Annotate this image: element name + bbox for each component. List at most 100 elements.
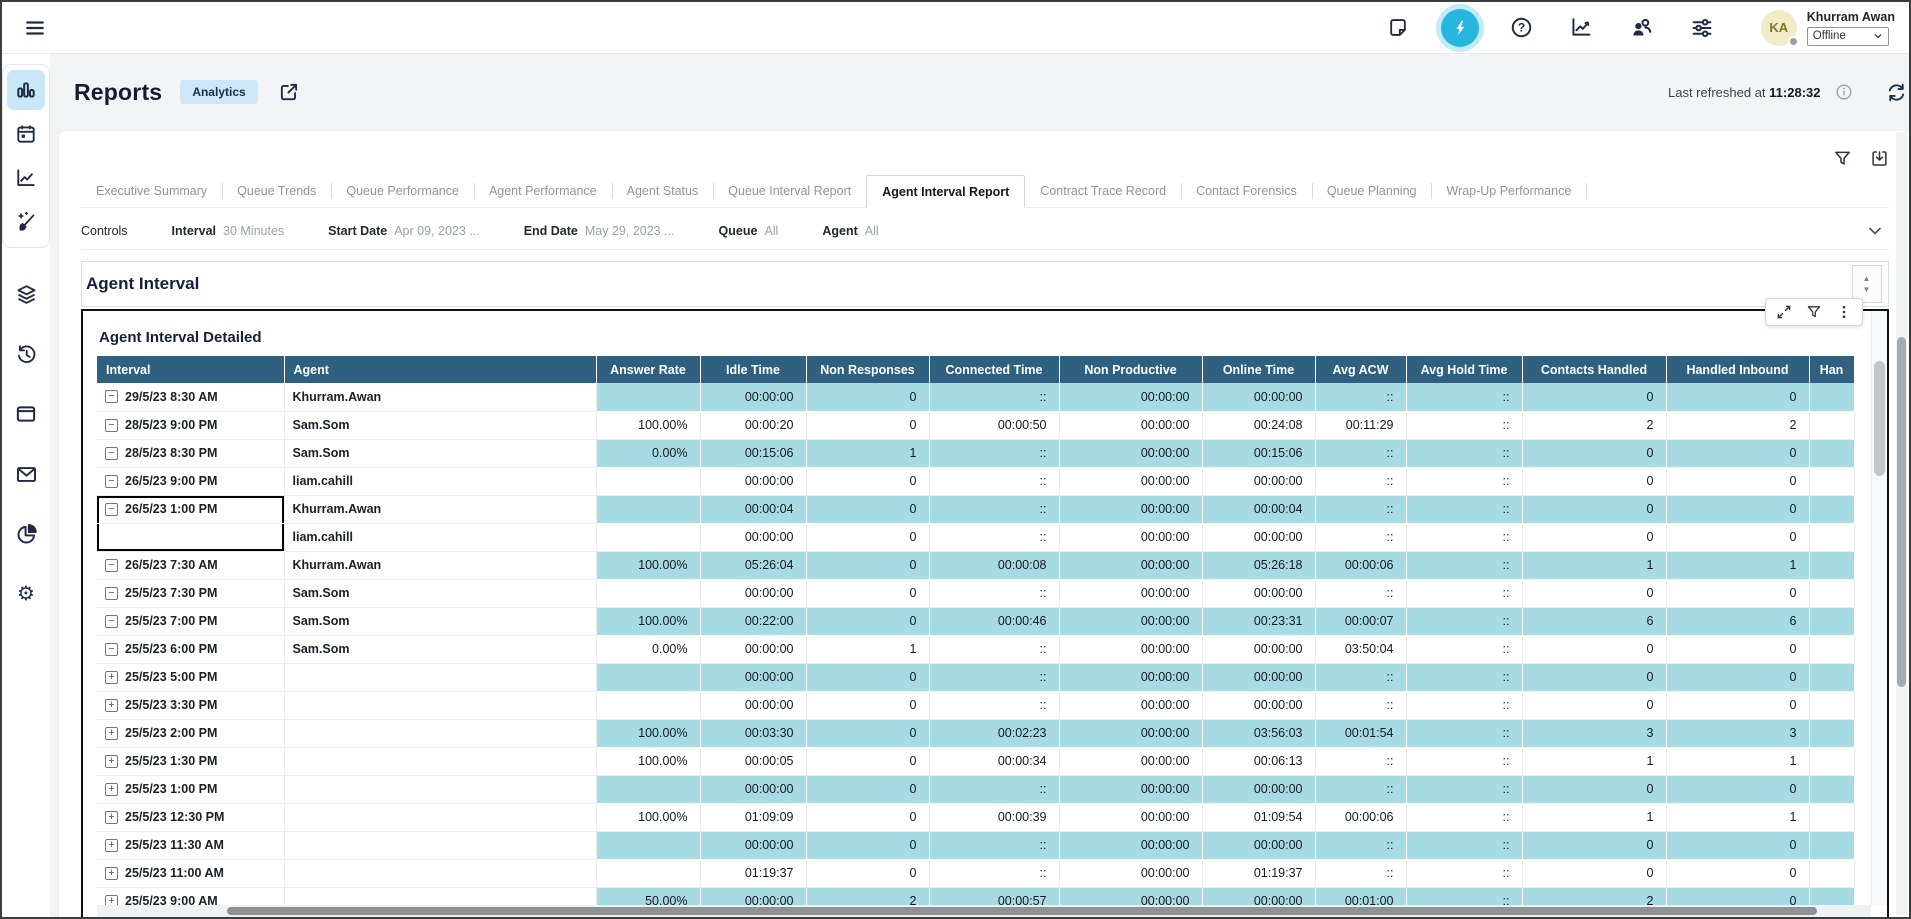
- value-cell[interactable]: 0: [806, 803, 929, 831]
- value-cell[interactable]: 00:00:39: [929, 803, 1059, 831]
- people-icon[interactable]: [1625, 11, 1659, 45]
- control-interval[interactable]: Interval30 Minutes: [172, 224, 285, 238]
- value-cell[interactable]: ::: [1315, 523, 1406, 551]
- expand-toggle-icon[interactable]: +: [105, 867, 118, 880]
- value-cell[interactable]: 0: [806, 607, 929, 635]
- value-cell[interactable]: 00:00:00: [1202, 579, 1315, 607]
- interval-cell[interactable]: +25/5/23 5:00 PM: [97, 663, 284, 691]
- value-cell[interactable]: 1: [806, 635, 929, 663]
- agent-cell[interactable]: [284, 719, 596, 747]
- filter-icon[interactable]: [1806, 304, 1822, 320]
- value-cell[interactable]: 00:00:50: [929, 411, 1059, 439]
- value-cell[interactable]: ::: [1406, 747, 1522, 775]
- sidebar-item-history[interactable]: [7, 334, 45, 374]
- external-link-icon[interactable]: [276, 79, 302, 105]
- value-cell[interactable]: [596, 691, 700, 719]
- column-header-idle-time[interactable]: Idle Time: [700, 356, 806, 383]
- value-cell[interactable]: 00:00:00: [1059, 411, 1202, 439]
- value-cell[interactable]: 1: [1666, 803, 1809, 831]
- agent-cell[interactable]: [284, 831, 596, 859]
- value-cell[interactable]: 0: [806, 691, 929, 719]
- value-cell[interactable]: 1: [1522, 803, 1666, 831]
- agent-cell[interactable]: [284, 663, 596, 691]
- value-cell[interactable]: ::: [1406, 579, 1522, 607]
- control-queue[interactable]: QueueAll: [719, 224, 779, 238]
- value-cell[interactable]: 00:00:00: [1202, 383, 1315, 411]
- interval-cell[interactable]: +25/5/23 1:00 PM: [97, 775, 284, 803]
- value-cell[interactable]: [596, 775, 700, 803]
- agent-cell[interactable]: [284, 747, 596, 775]
- value-cell[interactable]: ::: [1315, 439, 1406, 467]
- tab-agent-performance[interactable]: Agent Performance: [474, 175, 612, 207]
- agent-cell[interactable]: [284, 691, 596, 719]
- value-cell[interactable]: ::: [1406, 859, 1522, 887]
- value-cell[interactable]: 0: [806, 663, 929, 691]
- value-cell[interactable]: 00:00:00: [1059, 383, 1202, 411]
- agent-cell[interactable]: [284, 803, 596, 831]
- line-chart-icon[interactable]: [1565, 11, 1599, 45]
- value-cell[interactable]: 0: [1522, 635, 1666, 663]
- value-cell[interactable]: 100.00%: [596, 411, 700, 439]
- value-cell[interactable]: 00:00:00: [1202, 775, 1315, 803]
- agent-cell[interactable]: Sam.Som: [284, 579, 596, 607]
- agent-cell[interactable]: liam.cahill: [284, 523, 596, 551]
- value-cell[interactable]: 0: [1522, 579, 1666, 607]
- value-cell[interactable]: [596, 467, 700, 495]
- value-cell[interactable]: 03:56:03: [1202, 719, 1315, 747]
- interval-cell[interactable]: +25/5/23 11:00 AM: [97, 859, 284, 887]
- value-cell[interactable]: 0: [806, 523, 929, 551]
- tab-queue-trends[interactable]: Queue Trends: [222, 175, 331, 207]
- value-cell[interactable]: 00:00:06: [1315, 551, 1406, 579]
- value-cell[interactable]: ::: [1406, 635, 1522, 663]
- expand-toggle-icon[interactable]: +: [105, 811, 118, 824]
- column-header-handled-inbound[interactable]: Handled Inbound: [1666, 356, 1809, 383]
- column-header-answer-rate[interactable]: Answer Rate: [596, 356, 700, 383]
- question-icon[interactable]: ?: [1505, 11, 1539, 45]
- page-scrollbar[interactable]: [1896, 132, 1907, 915]
- value-cell[interactable]: 1: [1666, 747, 1809, 775]
- value-cell[interactable]: 00:15:06: [700, 439, 806, 467]
- value-cell[interactable]: ::: [1406, 831, 1522, 859]
- value-cell[interactable]: 01:19:37: [700, 859, 806, 887]
- sidebar-item-layers[interactable]: [7, 274, 45, 314]
- value-cell[interactable]: 00:15:06: [1202, 439, 1315, 467]
- value-cell[interactable]: 00:00:00: [1059, 831, 1202, 859]
- value-cell[interactable]: ::: [929, 495, 1059, 523]
- value-cell[interactable]: [596, 663, 700, 691]
- value-cell[interactable]: 00:23:31: [1202, 607, 1315, 635]
- value-cell[interactable]: 0: [806, 383, 929, 411]
- value-cell[interactable]: 00:00:00: [1059, 719, 1202, 747]
- value-cell[interactable]: 00:00:00: [1059, 747, 1202, 775]
- tab-executive-summary[interactable]: Executive Summary: [81, 175, 222, 207]
- status-select[interactable]: Offline: [1807, 27, 1889, 46]
- value-cell[interactable]: 100.00%: [596, 551, 700, 579]
- value-cell[interactable]: 00:00:00: [1059, 859, 1202, 887]
- value-cell[interactable]: 00:00:08: [929, 551, 1059, 579]
- value-cell[interactable]: 00:00:00: [700, 663, 806, 691]
- value-cell[interactable]: ::: [929, 663, 1059, 691]
- sliders-icon[interactable]: [1685, 11, 1719, 45]
- v-scroll-thumb[interactable]: [1874, 361, 1885, 476]
- value-cell[interactable]: 0: [1522, 775, 1666, 803]
- value-cell[interactable]: ::: [1406, 691, 1522, 719]
- collapse-toggle-icon[interactable]: −: [105, 390, 118, 403]
- value-cell[interactable]: 0: [1666, 663, 1809, 691]
- interval-cell[interactable]: +25/5/23 1:30 PM: [97, 747, 284, 775]
- table-vertical-scrollbar[interactable]: [1871, 311, 1887, 905]
- value-cell[interactable]: 00:00:00: [1059, 551, 1202, 579]
- value-cell[interactable]: 1: [806, 439, 929, 467]
- value-cell[interactable]: 00:00:00: [1059, 607, 1202, 635]
- value-cell[interactable]: 00:06:13: [1202, 747, 1315, 775]
- value-cell[interactable]: ::: [929, 523, 1059, 551]
- value-cell[interactable]: 100.00%: [596, 607, 700, 635]
- value-cell[interactable]: 00:00:04: [700, 495, 806, 523]
- menu-icon[interactable]: [18, 11, 52, 45]
- value-cell[interactable]: 00:00:46: [929, 607, 1059, 635]
- value-cell[interactable]: 0: [1666, 831, 1809, 859]
- refresh-icon[interactable]: [1885, 81, 1908, 104]
- column-header-han[interactable]: Han: [1809, 356, 1854, 383]
- sidebar-item-mail[interactable]: [7, 454, 45, 494]
- value-cell[interactable]: 00:00:00: [1059, 579, 1202, 607]
- column-header-agent[interactable]: Agent: [284, 356, 596, 383]
- expand-icon[interactable]: [1776, 304, 1792, 320]
